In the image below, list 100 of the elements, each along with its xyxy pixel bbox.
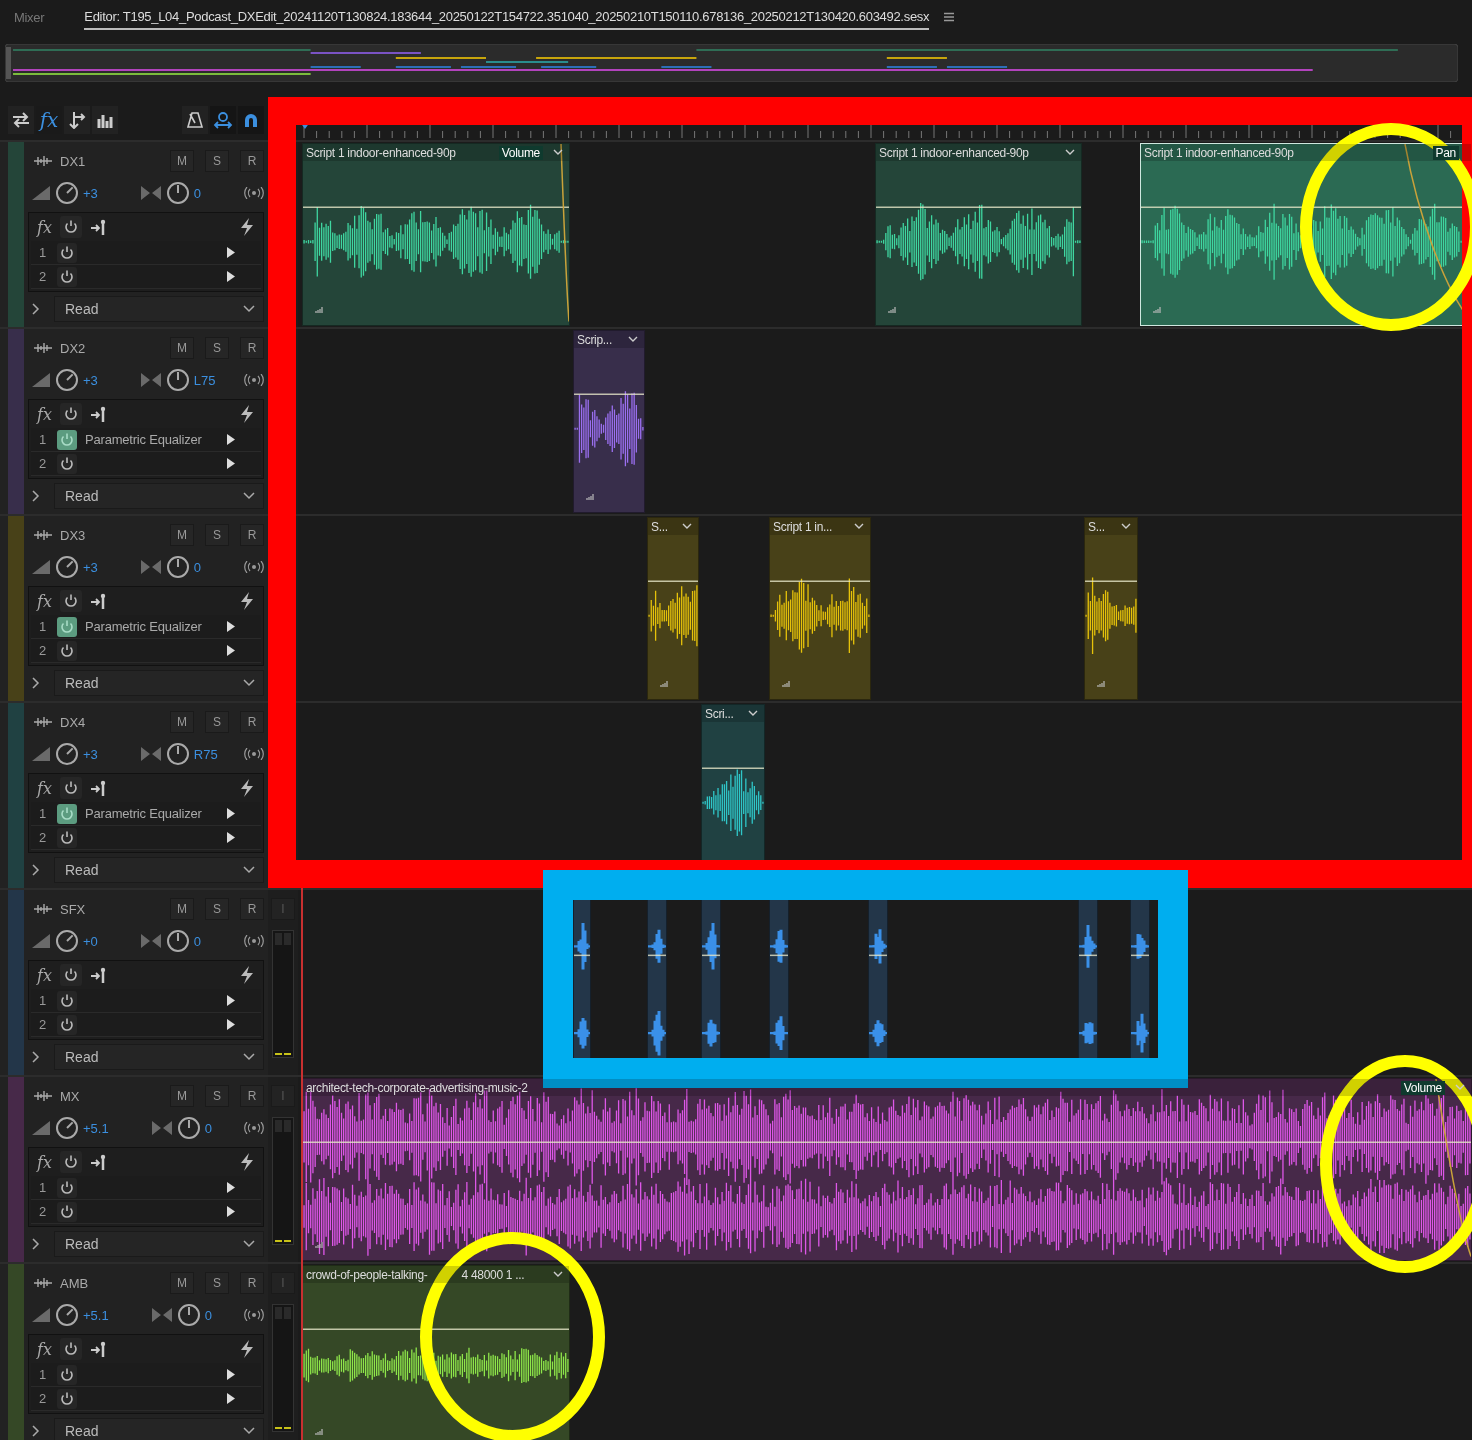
power-icon[interactable] bbox=[57, 242, 77, 263]
power-icon[interactable] bbox=[57, 429, 77, 450]
track-toggle-button[interactable]: S bbox=[205, 1085, 229, 1107]
volume-knob[interactable] bbox=[55, 181, 79, 205]
caret-icon[interactable] bbox=[682, 523, 692, 530]
broadcast-icon[interactable] bbox=[244, 561, 264, 573]
track-toggle-button[interactable]: R bbox=[240, 1272, 264, 1294]
track-toggle-button[interactable]: S bbox=[205, 337, 229, 359]
play-triangle-icon[interactable] bbox=[227, 458, 235, 469]
pan-value[interactable]: 0 bbox=[204, 1120, 212, 1136]
pan-knob[interactable] bbox=[165, 929, 190, 953]
volume-value[interactable]: +0 bbox=[83, 933, 98, 949]
pan-knob[interactable] bbox=[165, 368, 190, 392]
track-toggle-button[interactable]: R bbox=[240, 1085, 264, 1107]
pan-value[interactable]: 0 bbox=[193, 185, 202, 201]
envelope-line[interactable] bbox=[702, 954, 720, 957]
envelope-line[interactable] bbox=[303, 1141, 1471, 1144]
volume-knob[interactable] bbox=[55, 742, 79, 766]
volume-value[interactable]: +3 bbox=[83, 185, 98, 201]
track-toggle-button[interactable]: R bbox=[240, 898, 264, 920]
caret-icon[interactable] bbox=[243, 1053, 255, 1061]
pan-value[interactable]: 0 bbox=[193, 933, 202, 949]
audio-clip[interactable]: S... bbox=[1084, 517, 1138, 700]
lightning-icon[interactable] bbox=[239, 1340, 255, 1358]
envelope-line[interactable] bbox=[1079, 954, 1097, 957]
power-icon[interactable] bbox=[57, 1364, 77, 1385]
play-triangle-icon[interactable] bbox=[227, 271, 235, 282]
envelope-line[interactable] bbox=[303, 206, 569, 209]
play-triangle-icon[interactable] bbox=[227, 832, 235, 843]
caret-icon[interactable] bbox=[243, 679, 255, 687]
power-icon[interactable] bbox=[57, 803, 77, 824]
menu-icon[interactable] bbox=[943, 12, 956, 22]
envelope-menu[interactable]: Pan bbox=[1432, 145, 1459, 160]
envelope-line[interactable] bbox=[876, 206, 1081, 209]
envelope-menu[interactable]: Volume bbox=[1400, 1080, 1445, 1095]
power-icon[interactable] bbox=[57, 453, 77, 474]
track-toggle-button[interactable]: S bbox=[205, 711, 229, 733]
envelope-line[interactable] bbox=[1131, 954, 1149, 957]
audio-clip[interactable]: Scrip... bbox=[573, 330, 645, 513]
power-icon[interactable] bbox=[57, 1177, 77, 1198]
lightning-icon[interactable] bbox=[239, 218, 255, 236]
power-icon[interactable] bbox=[57, 640, 77, 661]
effect-name[interactable]: Parametric Equalizer bbox=[85, 806, 202, 821]
automation-dropdown[interactable]: Read bbox=[54, 857, 264, 883]
power-icon[interactable] bbox=[57, 616, 77, 637]
track-toggle-button[interactable]: S bbox=[205, 524, 229, 546]
track-name[interactable]: SFX bbox=[60, 901, 86, 917]
power-icon[interactable] bbox=[57, 1014, 77, 1035]
metronome-icon[interactable] bbox=[182, 106, 208, 134]
envelope-line[interactable] bbox=[702, 767, 764, 770]
envelope-line[interactable] bbox=[303, 1328, 569, 1331]
caret-icon[interactable] bbox=[748, 710, 758, 717]
power-icon[interactable] bbox=[59, 777, 82, 799]
volume-knob[interactable] bbox=[55, 1116, 79, 1140]
play-triangle-icon[interactable] bbox=[227, 995, 235, 1006]
chevron-icon[interactable] bbox=[32, 303, 40, 315]
play-triangle-icon[interactable] bbox=[227, 808, 235, 819]
chevron-icon[interactable] bbox=[32, 490, 40, 502]
track-toggle-button[interactable]: S bbox=[205, 1272, 229, 1294]
volume-value[interactable]: +3 bbox=[83, 746, 98, 762]
pre-post-icon[interactable] bbox=[89, 1153, 108, 1171]
track-toggle-button[interactable]: M bbox=[170, 337, 194, 359]
track-name[interactable]: MX bbox=[60, 1088, 80, 1104]
automation-dropdown[interactable]: Read bbox=[54, 296, 264, 322]
track-name[interactable]: DX3 bbox=[60, 527, 86, 543]
automation-dropdown[interactable]: Read bbox=[54, 483, 264, 509]
power-icon[interactable] bbox=[57, 1201, 77, 1222]
power-icon[interactable] bbox=[59, 216, 82, 238]
pan-knob[interactable] bbox=[165, 181, 190, 205]
audio-clip[interactable]: S... bbox=[647, 517, 699, 700]
lightning-icon[interactable] bbox=[239, 592, 255, 610]
power-icon[interactable] bbox=[59, 1151, 82, 1173]
track-toggle-button[interactable]: R bbox=[240, 337, 264, 359]
automation-dropdown[interactable]: Read bbox=[54, 670, 264, 696]
track-toggle-button[interactable]: R bbox=[240, 524, 264, 546]
volume-value[interactable]: +5.1 bbox=[83, 1120, 109, 1136]
track-toggle-button[interactable]: M bbox=[170, 1085, 194, 1107]
track-name[interactable]: AMB bbox=[60, 1275, 89, 1291]
automation-dropdown[interactable]: Read bbox=[54, 1044, 264, 1070]
track-toggle-button[interactable]: M bbox=[170, 898, 194, 920]
play-triangle-icon[interactable] bbox=[227, 434, 235, 445]
lightning-icon[interactable] bbox=[239, 405, 255, 423]
panel-tab[interactable]: Editor: T195_L04_Podcast_DXEdit_20241120T130824.183644_20250122T154722.351040_20250210T150110.678136_20250212T130420.603492.sesx bbox=[84, 4, 930, 30]
volume-knob[interactable] bbox=[55, 555, 79, 579]
audio-clip[interactable]: Script 1 indoor-enhanced-90p bbox=[875, 143, 1082, 326]
volume-knob[interactable] bbox=[55, 929, 79, 953]
play-triangle-icon[interactable] bbox=[227, 645, 235, 656]
overview-drawing[interactable] bbox=[5, 44, 1458, 82]
track-toggle-button[interactable]: M bbox=[170, 524, 194, 546]
automation-dropdown[interactable]: Read bbox=[54, 1418, 264, 1440]
power-icon[interactable] bbox=[57, 266, 77, 287]
pan-knob[interactable] bbox=[176, 1116, 201, 1140]
envelope-menu[interactable]: Volume bbox=[498, 145, 543, 160]
track-toggle-button[interactable]: S bbox=[205, 150, 229, 172]
pre-post-icon[interactable] bbox=[89, 1340, 108, 1358]
lightning-icon[interactable] bbox=[239, 779, 255, 797]
caret-icon[interactable] bbox=[1121, 523, 1131, 530]
lightning-icon[interactable] bbox=[239, 966, 255, 984]
volume-knob[interactable] bbox=[55, 1303, 79, 1327]
envelope-line[interactable] bbox=[648, 580, 698, 583]
